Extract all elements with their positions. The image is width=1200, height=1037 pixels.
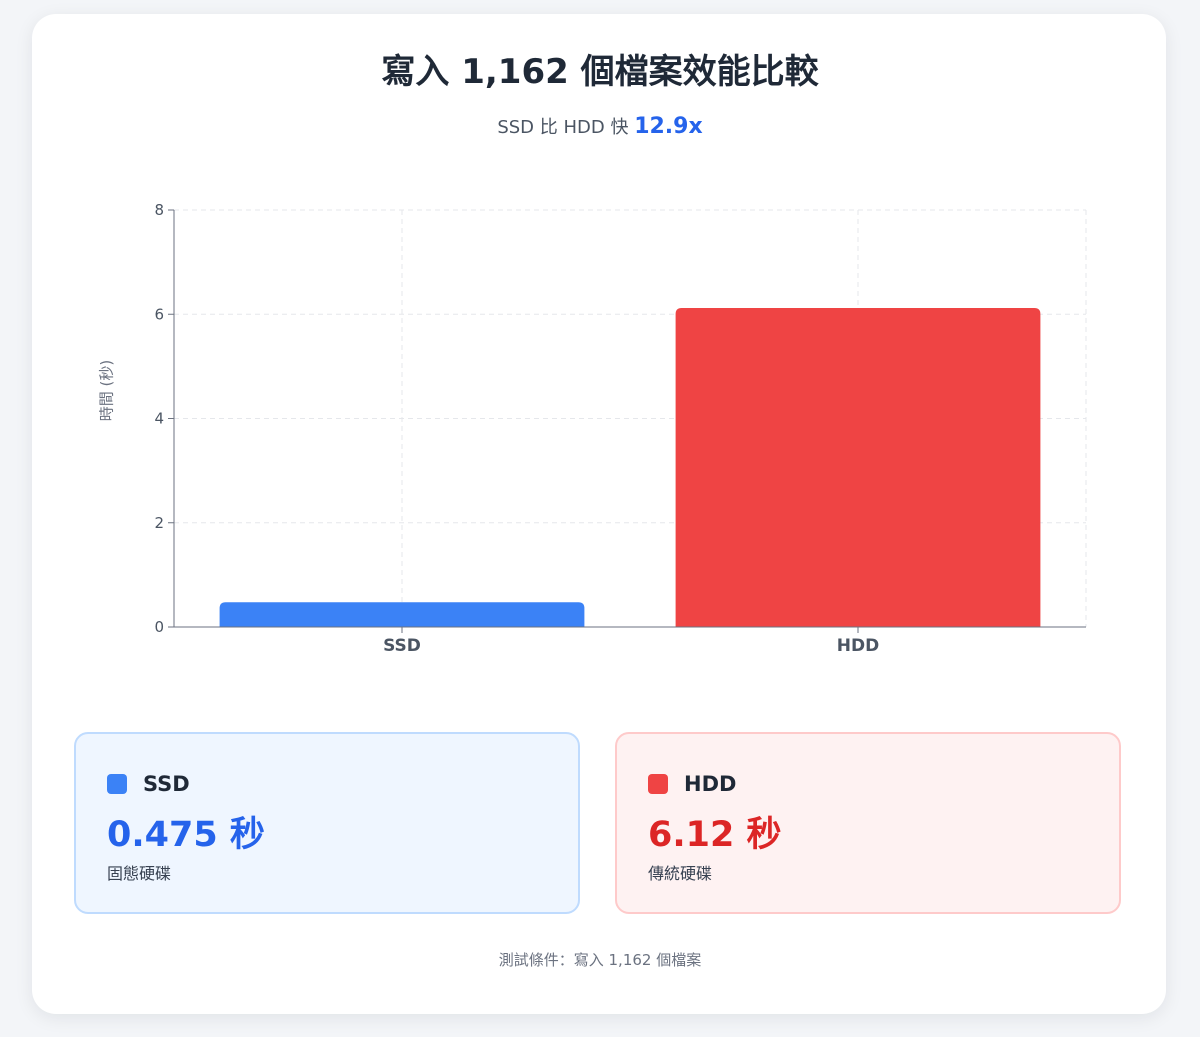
test-conditions: 測試條件：寫入 1,162 個檔案 — [498, 951, 702, 969]
ssd-stat-value: 0.475 秒 — [107, 815, 265, 855]
hdd-stat-card: HDD 6.12 秒 傳統硬碟 — [615, 732, 1121, 914]
hdd-stat-value: 6.12 秒 — [648, 815, 782, 855]
bar-ssd — [219, 602, 585, 627]
x-tick-label: SSD — [383, 636, 421, 656]
ssd-stat-card: SSD 0.475 秒 固態硬碟 — [74, 732, 580, 914]
hdd-stat-desc: 傳統硬碟 — [648, 864, 713, 883]
bar-chart: 0 2 4 6 8 SSD HDD — [154, 201, 1087, 656]
hdd-color-swatch — [648, 774, 668, 794]
ssd-color-swatch — [107, 774, 127, 794]
y-tick-label: 2 — [154, 514, 164, 532]
ssd-stat-desc: 固態硬碟 — [107, 864, 172, 883]
hdd-stat-name: HDD — [684, 772, 737, 796]
x-tick-label: HDD — [837, 636, 879, 656]
bar-hdd — [675, 307, 1041, 627]
y-tick-label: 6 — [154, 305, 164, 323]
y-tick-label: 4 — [154, 410, 164, 428]
y-tick-label: 8 — [154, 201, 164, 219]
y-tick-label: 0 — [154, 618, 164, 636]
ssd-stat-name: SSD — [143, 772, 190, 796]
